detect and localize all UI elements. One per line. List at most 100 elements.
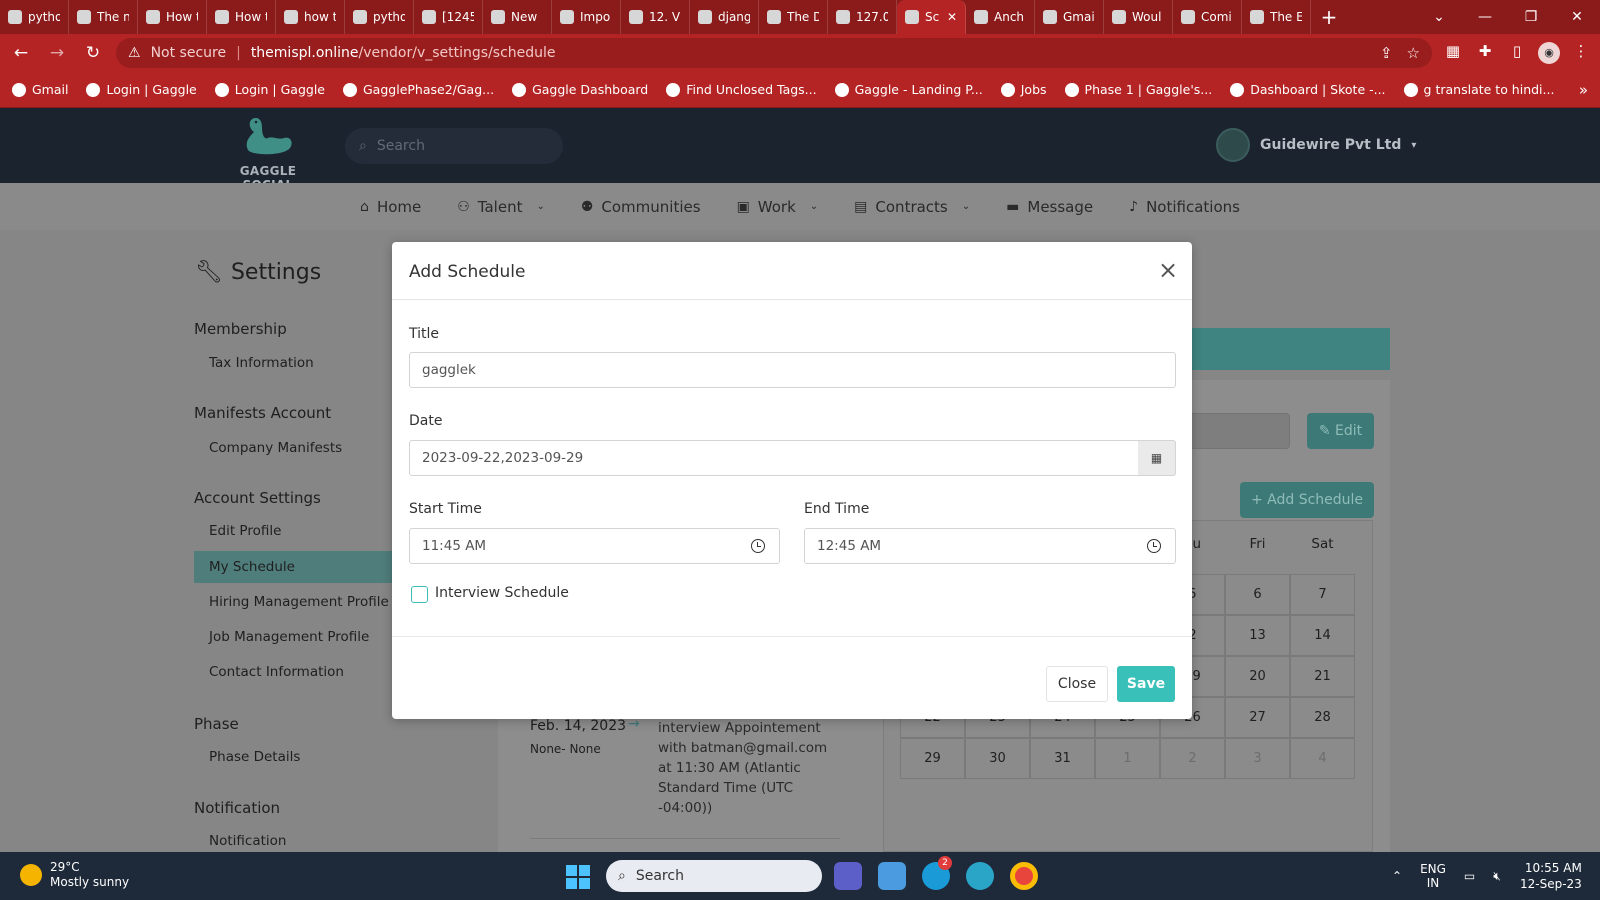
bookmarks-more-icon[interactable]: » <box>1579 81 1588 99</box>
browser-tab[interactable]: pytho <box>345 0 414 34</box>
nav-item-home[interactable]: ⌂ Home <box>360 198 421 216</box>
sidebar-item-contact-information[interactable]: Contact Information <box>209 664 344 680</box>
taskbar-clock[interactable]: 10:55 AM 12-Sep-23 <box>1520 860 1582 892</box>
sidebar-item-hiring-management[interactable]: Hiring Management Profile <box>209 594 389 610</box>
calendar-day[interactable]: 4 <box>1290 738 1355 779</box>
calendar-day[interactable]: 31 <box>1030 738 1095 779</box>
gaggle-logo[interactable]: GAGGLE SOCIAL <box>218 112 318 192</box>
calendar-day[interactable]: 29 <box>900 738 965 779</box>
browser-tab[interactable]: Gmai <box>1035 0 1104 34</box>
edge-icon[interactable] <box>966 862 994 890</box>
browser-tab[interactable]: [1245 <box>414 0 483 34</box>
calendar-day[interactable]: 20 <box>1225 656 1290 697</box>
nav-item-talent[interactable]: ⚇ Talent ⌄ <box>457 198 545 216</box>
sidebar-item-job-management[interactable]: Job Management Profile <box>209 629 369 645</box>
browser-tab[interactable]: How t <box>138 0 207 34</box>
windows-start-icon[interactable] <box>566 865 590 889</box>
calendar-day[interactable]: 6 <box>1225 574 1290 615</box>
browser-tab[interactable]: The D <box>759 0 828 34</box>
forward-icon[interactable]: → <box>44 43 70 63</box>
browser-tab[interactable]: New <box>483 0 552 34</box>
close-button[interactable]: Close <box>1046 666 1108 702</box>
bookmark-item[interactable]: Login | Gaggle <box>214 82 325 97</box>
bookmark-item[interactable]: Login | Gaggle <box>86 82 197 97</box>
bookmark-item[interactable]: Jobs <box>1000 82 1047 97</box>
back-icon[interactable]: ← <box>8 43 34 63</box>
sidebar-item-edit-profile[interactable]: Edit Profile <box>209 523 281 539</box>
nav-item-work[interactable]: ▣ Work ⌄ <box>737 198 819 216</box>
calendar-day[interactable]: 2 <box>1160 738 1225 779</box>
browser-tab[interactable]: Sc ✕ <box>897 0 966 34</box>
browser-tab[interactable]: pytho <box>0 0 69 34</box>
share-icon[interactable]: ⇪ <box>1380 44 1393 62</box>
calendar-day[interactable]: 21 <box>1290 656 1355 697</box>
browser-tab[interactable]: 12. Vi <box>621 0 690 34</box>
profile-avatar-icon[interactable]: ◉ <box>1538 42 1560 64</box>
bookmark-star-icon[interactable]: ☆ <box>1407 44 1420 62</box>
calendar-day[interactable]: 1 <box>1095 738 1160 779</box>
bookmark-item[interactable]: Gaggle - Landing P... <box>834 82 983 97</box>
date-input[interactable]: 2023-09-22,2023-09-29 <box>409 440 1139 476</box>
bookmark-item[interactable]: g translate to hindi... <box>1403 82 1554 97</box>
weather-widget[interactable]: 29°C Mostly sunny <box>20 860 129 890</box>
language-indicator[interactable]: ENG IN <box>1420 862 1446 890</box>
browser-tab[interactable]: Woul <box>1104 0 1173 34</box>
close-window-icon[interactable]: ✕ <box>1554 9 1600 25</box>
taskbar-search[interactable]: ⌕ Search <box>606 860 822 892</box>
sidebar-item-notification[interactable]: Notification <box>209 833 286 849</box>
extension-icon[interactable]: ▦ <box>1442 42 1464 64</box>
calendar-day[interactable]: 30 <box>965 738 1030 779</box>
browser-tab[interactable]: djang <box>690 0 759 34</box>
puzzle-icon[interactable]: ✚ <box>1474 42 1496 64</box>
menu-kebab-icon[interactable]: ⋮ <box>1570 42 1592 64</box>
calendar-day[interactable]: 28 <box>1290 697 1355 738</box>
bookmark-item[interactable]: Gaggle Dashboard <box>512 82 648 97</box>
calendar-day[interactable]: 13 <box>1225 615 1290 656</box>
calendar-icon[interactable]: ▦ <box>1138 440 1176 476</box>
schedule-filter-input[interactable] <box>1190 413 1290 449</box>
notepad-icon[interactable] <box>878 862 906 890</box>
edit-button[interactable]: ✎ Edit <box>1307 413 1374 449</box>
add-schedule-button[interactable]: + Add Schedule <box>1240 482 1374 518</box>
bookmark-item[interactable]: Find Unclosed Tags... <box>666 82 817 97</box>
close-icon[interactable]: × <box>1157 258 1179 282</box>
bookmark-item[interactable]: Phase 1 | Gaggle's... <box>1064 82 1212 97</box>
tab-search-icon[interactable]: ⌄ <box>1416 9 1462 25</box>
reload-icon[interactable]: ↻ <box>80 43 106 63</box>
search-input[interactable]: ⌕ Search <box>345 128 563 164</box>
nav-item-contracts[interactable]: ▤ Contracts ⌄ <box>854 198 970 216</box>
browser-tab[interactable]: The n <box>69 0 138 34</box>
restore-icon[interactable]: ❐ <box>1508 9 1554 25</box>
browser-tab[interactable]: 127.0 <box>828 0 897 34</box>
account-menu[interactable]: Guidewire Pvt Ltd ▾ <box>1216 128 1416 162</box>
interview-schedule-checkbox[interactable] <box>411 586 428 603</box>
clock-icon[interactable] <box>751 539 765 553</box>
volume-muted-icon[interactable]: 🔇︎ <box>1493 869 1501 884</box>
nav-item-communities[interactable]: ⚉ Communities <box>581 198 701 216</box>
sidebar-item-tax-information[interactable]: Tax Information <box>209 355 314 371</box>
calendar-day[interactable]: 27 <box>1225 697 1290 738</box>
chrome-icon[interactable] <box>1010 862 1038 890</box>
bookmark-item[interactable]: Gmail <box>12 82 68 97</box>
sidepanel-icon[interactable]: ▯ <box>1506 42 1528 64</box>
new-tab-button[interactable]: + <box>1311 5 1347 29</box>
minimize-icon[interactable]: — <box>1462 9 1508 25</box>
calendar-day[interactable]: 3 <box>1225 738 1290 779</box>
clock-icon[interactable] <box>1147 539 1161 553</box>
teams-icon[interactable] <box>834 862 862 890</box>
title-input[interactable]: gagglek <box>409 352 1176 388</box>
nav-item-message[interactable]: ▬ Message <box>1006 198 1093 216</box>
chevron-up-icon[interactable]: ⌃ <box>1392 869 1402 883</box>
browser-tab[interactable]: how t <box>276 0 345 34</box>
bookmark-item[interactable]: Dashboard | Skote -... <box>1230 82 1386 97</box>
browser-tab[interactable]: Impo <box>552 0 621 34</box>
sidebar-item-company-manifests[interactable]: Company Manifests <box>209 440 342 456</box>
bookmark-item[interactable]: GagglePhase2/Gag... <box>343 82 494 97</box>
url-input[interactable]: ⚠ Not secure | themispl.online/vendor/v_… <box>116 38 1432 68</box>
sidebar-item-my-schedule[interactable]: My Schedule <box>194 551 394 583</box>
save-button[interactable]: Save <box>1117 666 1175 702</box>
browser-tab[interactable]: The E <box>1242 0 1311 34</box>
calendar-day[interactable]: 14 <box>1290 615 1355 656</box>
sidebar-item-phase-details[interactable]: Phase Details <box>209 749 300 765</box>
end-time-input[interactable]: 12:45 AM <box>804 528 1176 564</box>
